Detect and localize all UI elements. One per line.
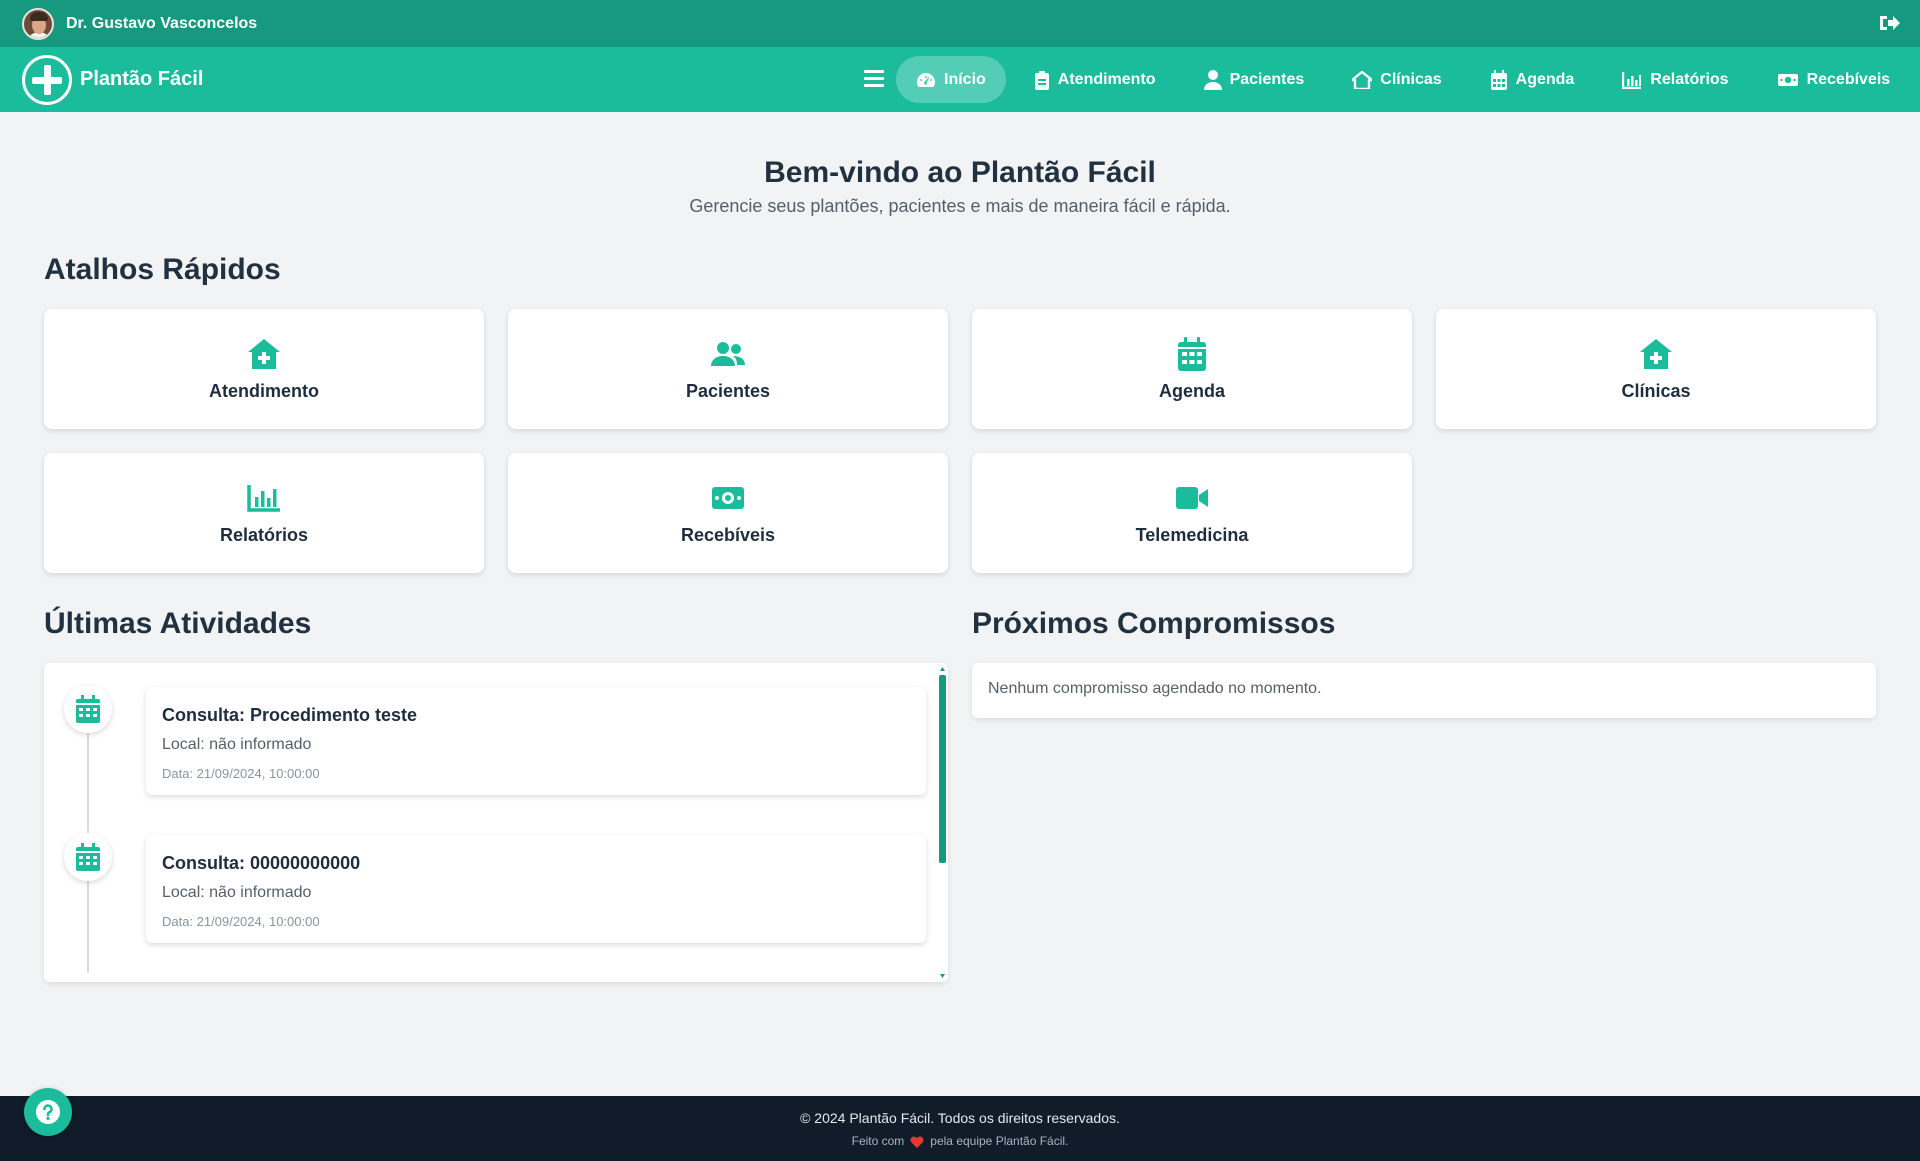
activity-date: Data: 21/09/2024, 10:00:00: [162, 914, 320, 929]
appointments-panel: Nenhum compromisso agendado no momento.: [972, 663, 1876, 718]
calendar-icon: [1178, 336, 1206, 371]
avatar[interactable]: [22, 7, 54, 40]
user-name: Dr. Gustavo Vasconcelos: [66, 14, 258, 32]
users-icon: [711, 341, 745, 366]
appointments-empty-message: Nenhum compromisso agendado no momento.: [988, 680, 1322, 697]
calendar-icon: [76, 695, 100, 723]
money-icon: [1777, 73, 1798, 86]
shortcut-pacientes[interactable]: Pacientes: [508, 309, 948, 429]
clinic-medical-icon: [248, 338, 280, 369]
nav-item-atendimento[interactable]: Atendimento: [1014, 56, 1176, 103]
activity-location: Local: não informado: [162, 736, 312, 753]
shortcut-label: Clínicas: [1621, 380, 1691, 401]
hamburger-menu-icon[interactable]: [864, 70, 884, 88]
brand-name: Plantão Fácil: [80, 68, 204, 90]
shortcut-agenda[interactable]: Agenda: [972, 309, 1412, 429]
shortcut-label: Recebíveis: [680, 524, 776, 545]
nav-item-label: Relatórios: [1650, 70, 1729, 88]
shortcut-label: Pacientes: [685, 380, 771, 401]
scrollbar-thumb[interactable]: [939, 675, 946, 863]
brand-logo-icon: [22, 54, 72, 105]
footer-made-suffix: pela equipe Plantão Fácil.: [930, 1134, 1069, 1148]
shortcuts-title: Atalhos Rápidos: [44, 253, 281, 286]
brand[interactable]: Plantão Fácil: [22, 54, 204, 105]
nav-item-recebiveis[interactable]: Recebíveis: [1757, 56, 1911, 103]
clipboard-icon: [1034, 70, 1049, 90]
calendar-icon: [1490, 69, 1507, 90]
dashboard-icon: [917, 72, 935, 87]
activities-title: Últimas Atividades: [44, 607, 312, 640]
nav-item-agenda[interactable]: Agenda: [1470, 56, 1595, 103]
footer-made-prefix: Feito com: [851, 1134, 905, 1148]
video-icon: [1176, 486, 1208, 509]
activity-title: Consulta: 00000000000: [162, 853, 361, 873]
footer: © 2024 Plantão Fácil. Todos os direitos …: [0, 1096, 1920, 1161]
user-icon: [1203, 69, 1222, 90]
nav-item-label: Agenda: [1515, 70, 1575, 88]
logout-icon[interactable]: [1878, 13, 1900, 33]
clinic-medical-icon: [1640, 338, 1672, 369]
main-navbar: Plantão Fácil Início Atendimento Pacient…: [0, 47, 1920, 112]
welcome-title: Bem-vindo ao Plantão Fácil: [764, 156, 1156, 189]
shortcut-label: Agenda: [1158, 380, 1225, 401]
nav-item-relatorios[interactable]: Relatórios: [1602, 56, 1748, 103]
nav-item-label: Pacientes: [1229, 70, 1305, 88]
nav-menu: Início Atendimento Pacientes Clínicas Ag…: [896, 56, 1918, 103]
heart-icon: [910, 1136, 924, 1148]
help-button[interactable]: [24, 1088, 72, 1136]
timeline-marker: [64, 685, 112, 733]
nav-item-label: Atendimento: [1057, 70, 1156, 88]
shortcut-telemedicina[interactable]: Telemedicina: [972, 453, 1412, 573]
activity-title: Consulta: Procedimento teste: [162, 705, 418, 725]
shortcut-clinicas[interactable]: Clínicas: [1436, 309, 1876, 429]
timeline-marker: [64, 833, 112, 881]
nav-item-clinicas[interactable]: Clínicas: [1332, 56, 1461, 103]
activity-card[interactable]: Consulta: Procedimento teste Local: não …: [146, 687, 926, 795]
shortcut-relatorios[interactable]: Relatórios: [44, 453, 484, 573]
shortcut-label: Relatórios: [219, 524, 309, 545]
clinic-icon: [1352, 70, 1373, 89]
appointments-title: Próximos Compromissos: [972, 607, 1336, 640]
welcome-subtitle: Gerencie seus plantões, pacientes e mais…: [689, 196, 1231, 216]
activity-card[interactable]: Consulta: 00000000000 Local: não informa…: [146, 835, 926, 943]
activity-location: Local: não informado: [162, 884, 312, 901]
question-circle-icon: [36, 1100, 60, 1124]
nav-item-label: Início: [944, 70, 986, 88]
nav-item-pacientes[interactable]: Pacientes: [1184, 56, 1325, 103]
bar-chart-icon: [1622, 71, 1642, 89]
activities-panel[interactable]: Consulta: Procedimento teste Local: não …: [44, 663, 948, 982]
nav-item-label: Recebíveis: [1806, 70, 1891, 88]
nav-item-label: Clínicas: [1380, 70, 1442, 88]
footer-made-with: Feito com pela equipe Plantão Fácil.: [0, 1134, 1920, 1148]
bar-chart-icon: [247, 484, 280, 512]
activity-date: Data: 21/09/2024, 10:00:00: [162, 766, 320, 781]
top-bar: Dr. Gustavo Vasconcelos: [0, 0, 1920, 47]
footer-copyright: © 2024 Plantão Fácil. Todos os direitos …: [800, 1110, 1120, 1126]
money-bill-icon: [712, 486, 744, 509]
shortcut-label: Atendimento: [209, 380, 319, 401]
nav-item-inicio[interactable]: Início: [896, 56, 1006, 103]
shortcut-label: Telemedicina: [1135, 524, 1249, 545]
calendar-icon: [76, 843, 100, 871]
shortcut-recebiveis[interactable]: Recebíveis: [508, 453, 948, 573]
shortcut-atendimento[interactable]: Atendimento: [44, 309, 484, 429]
